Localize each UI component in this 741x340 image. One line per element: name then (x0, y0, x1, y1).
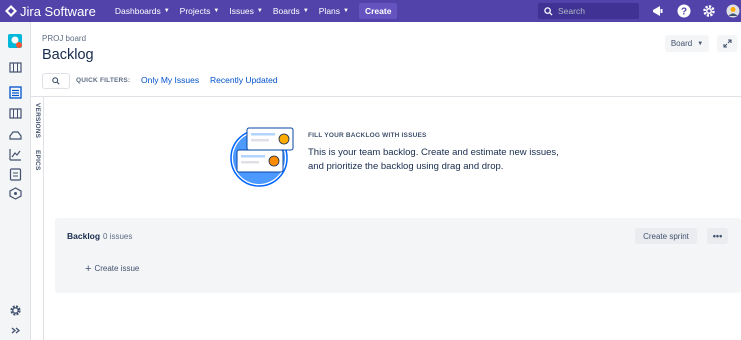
settings-icon[interactable] (702, 4, 716, 18)
backlog-issue-count: 0 issues (103, 232, 133, 241)
logo-text: Jira Software (20, 3, 96, 19)
svg-text:?: ? (681, 7, 687, 18)
roadmap-icon[interactable] (9, 61, 22, 74)
empty-state-body: This is your team backlog. Create and es… (308, 146, 568, 173)
page-title: Backlog (42, 47, 94, 63)
expand-sidebar-icon[interactable] (9, 324, 22, 337)
issue-search-input[interactable] (42, 73, 70, 89)
create-issue-button[interactable]: + Create issue (85, 262, 140, 275)
backlog-title: Backlog (67, 231, 101, 241)
chevron-down-icon: ▼ (163, 8, 170, 14)
reports-icon[interactable] (9, 148, 22, 161)
nav-issues[interactable]: Issues ▼ (229, 6, 263, 16)
search-icon (544, 6, 553, 16)
board-button-label: Board (670, 39, 693, 48)
project-sidebar (0, 22, 31, 340)
nav-boards[interactable]: Boards ▼ (273, 6, 309, 16)
nav-plans[interactable]: Plans ▼ (319, 6, 349, 16)
project-settings-icon[interactable] (9, 304, 22, 317)
empty-backlog-illustration (230, 127, 294, 187)
create-button[interactable]: Create (358, 3, 398, 19)
profile-avatar[interactable] (726, 4, 740, 18)
chevron-down-icon: ▼ (213, 8, 220, 14)
chevron-down-icon: ▼ (302, 8, 309, 14)
search-icon (52, 77, 60, 85)
chevron-down-icon: ▼ (343, 8, 349, 14)
board-dropdown-button[interactable]: Board ▼ (665, 35, 709, 52)
fullscreen-button[interactable] (717, 35, 737, 52)
create-sprint-button[interactable]: Create sprint (635, 228, 697, 244)
tab-versions[interactable]: VERSIONS (31, 100, 44, 142)
filter-only-my-issues[interactable]: Only My Issues (141, 75, 199, 85)
vertical-tabs: VERSIONS EPICS (31, 97, 44, 340)
project-avatar-icon[interactable] (8, 34, 22, 48)
nav-dashboards[interactable]: Dashboards ▼ (115, 6, 170, 16)
plus-icon: + (85, 262, 92, 275)
more-actions-button[interactable]: ••• (707, 228, 728, 244)
empty-state-line: and prioritize the backlog using drag an… (308, 160, 504, 172)
notifications-icon[interactable] (651, 4, 665, 18)
expand-icon (722, 39, 732, 48)
help-icon[interactable]: ? (677, 4, 691, 18)
backlog-icon[interactable] (9, 86, 22, 99)
jira-logo-icon (5, 5, 17, 17)
create-issue-label: Create issue (94, 264, 140, 273)
quick-filters-label: QUICK FILTERS: (76, 77, 131, 84)
nav-projects[interactable]: Projects ▼ (180, 6, 220, 16)
filter-recently-updated[interactable]: Recently Updated (210, 75, 278, 85)
empty-state-line: This is your team backlog. Create and es… (308, 147, 559, 158)
pages-icon[interactable] (9, 168, 22, 181)
breadcrumb[interactable]: PROJ board (42, 34, 86, 43)
releases-icon[interactable] (9, 128, 22, 141)
chevron-down-icon: ▼ (256, 8, 263, 14)
search-placeholder: Search (558, 6, 585, 16)
components-icon[interactable] (9, 187, 22, 200)
search-input[interactable]: Search (538, 3, 639, 19)
board-icon[interactable] (9, 107, 22, 120)
empty-state-heading: FILL YOUR BACKLOG WITH ISSUES (308, 132, 427, 139)
jira-logo[interactable]: Jira Software (5, 4, 96, 19)
divider (31, 96, 741, 97)
chevron-down-icon: ▼ (697, 40, 704, 47)
tab-epics[interactable]: EPICS (31, 147, 44, 173)
